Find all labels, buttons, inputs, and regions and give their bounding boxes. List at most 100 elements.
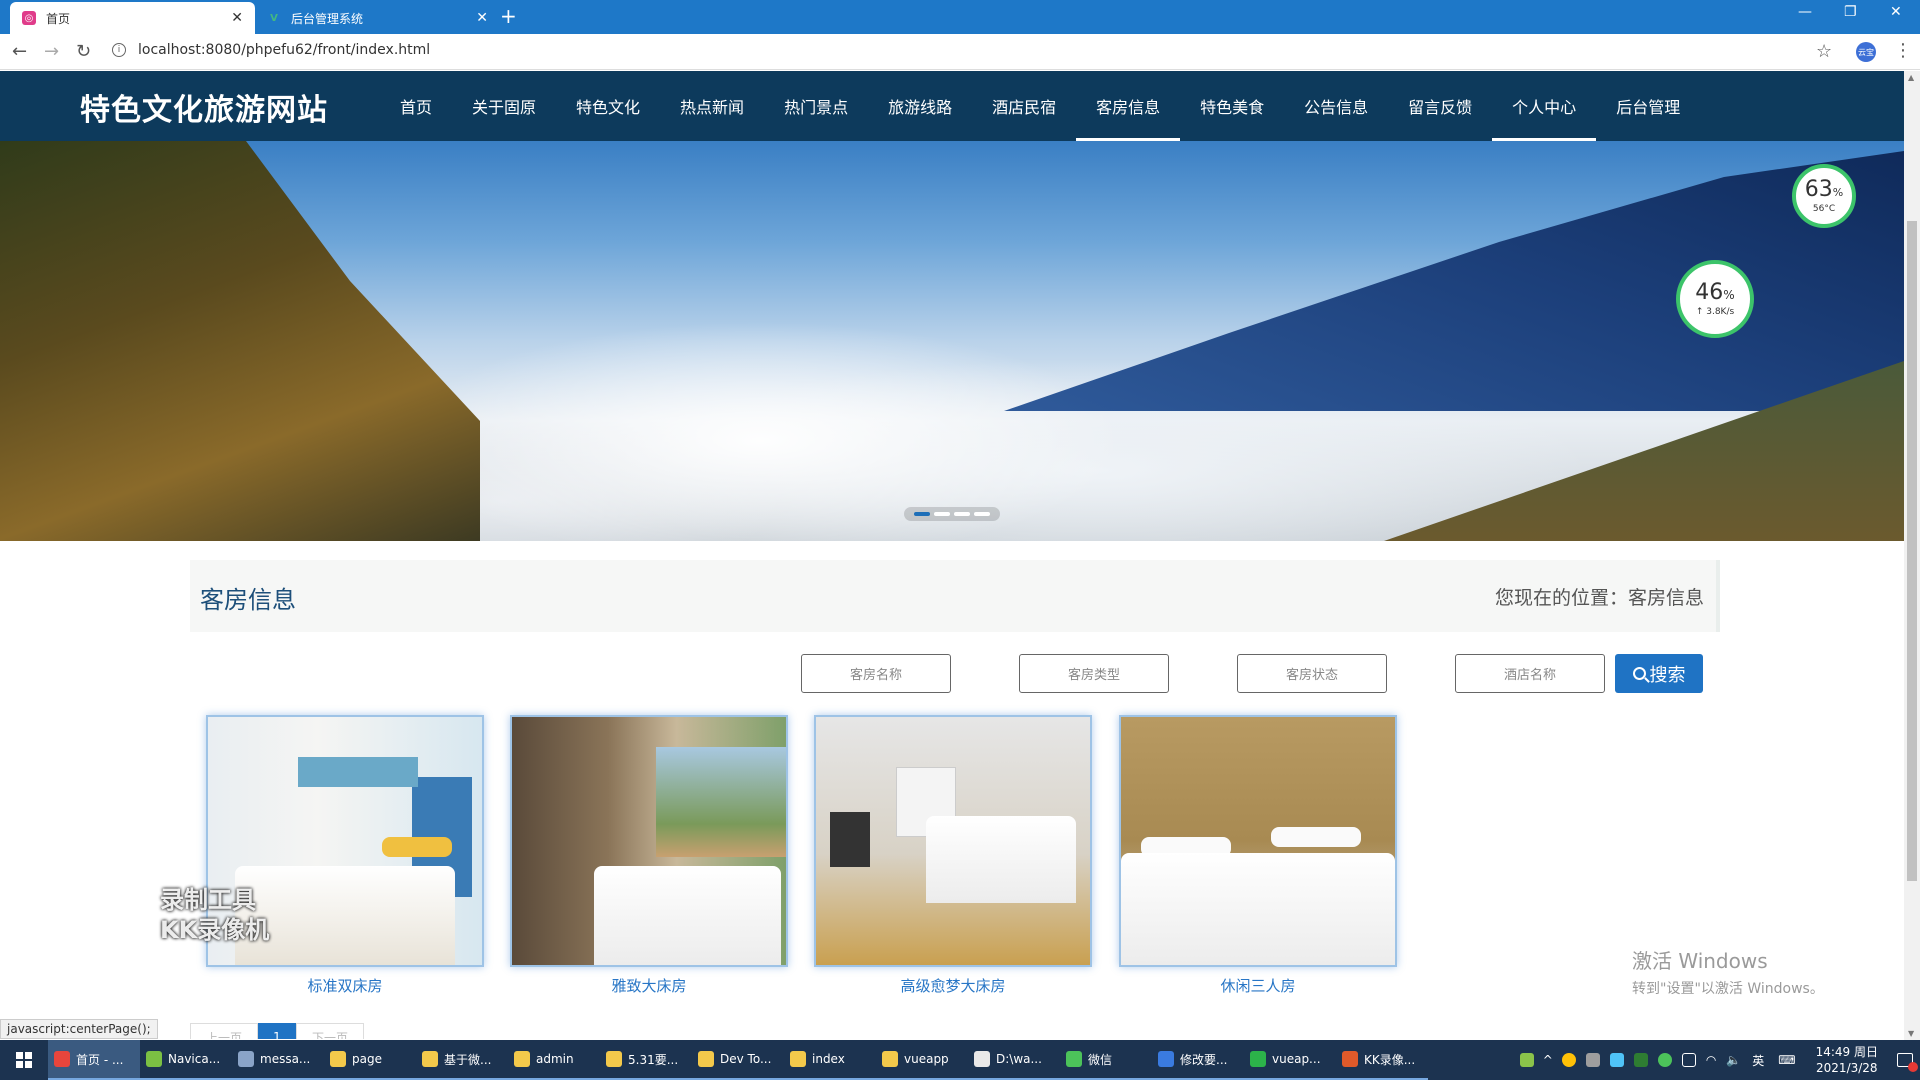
nav-admin[interactable]: 后台管理 <box>1596 71 1700 141</box>
nav-feedback[interactable]: 留言反馈 <box>1388 71 1492 141</box>
nav-notices[interactable]: 公告信息 <box>1284 71 1388 141</box>
room-type-input[interactable]: 客房类型 <box>1019 654 1169 693</box>
nav-hotels[interactable]: 酒店民宿 <box>972 71 1076 141</box>
tray-icon[interactable] <box>1519 1053 1534 1067</box>
gauge-value: 46 <box>1695 279 1724 305</box>
site-icon: ◎ <box>22 11 36 25</box>
site-logo: 特色文化旅游网站 <box>80 93 328 128</box>
restore-icon[interactable]: ❐ <box>1844 4 1857 20</box>
taskbar-item[interactable]: messa... <box>232 1040 324 1080</box>
search-button[interactable]: 搜索 <box>1615 654 1703 693</box>
keyboard-icon[interactable]: ⌨ <box>1778 1053 1795 1067</box>
volume-icon[interactable]: 🔈 <box>1726 1053 1741 1067</box>
app-icon <box>790 1051 806 1067</box>
back-icon[interactable]: ← <box>12 41 27 62</box>
bookmark-star-icon[interactable]: ☆ <box>1816 41 1832 62</box>
room-card[interactable]: 休闲三人房 <box>1119 715 1397 996</box>
tab-admin[interactable]: V 后台管理系统 ✕ <box>255 2 500 34</box>
room-card[interactable]: 标准双床房 <box>206 715 484 996</box>
app-icon <box>882 1051 898 1067</box>
minimize-icon[interactable]: — <box>1798 4 1812 20</box>
taskbar-item[interactable]: KK录像... <box>1336 1040 1428 1080</box>
windows-taskbar: 首页 - ... Navica... messa... page 基于微... admin… <box>0 1040 1920 1080</box>
taskbar-item[interactable]: 5.31要... <box>600 1040 692 1080</box>
wechat-tray-icon[interactable] <box>1657 1053 1672 1067</box>
page-scrollbar[interactable]: ▲ ▼ <box>1904 71 1920 1040</box>
nav-home[interactable]: 首页 <box>380 71 452 141</box>
taskbar-item[interactable]: page <box>324 1040 416 1080</box>
room-name[interactable]: 标准双床房 <box>206 975 484 996</box>
room-image[interactable] <box>510 715 788 967</box>
profile-avatar[interactable]: 云宝 <box>1856 42 1876 62</box>
nav-attractions[interactable]: 热门景点 <box>764 71 868 141</box>
start-button[interactable] <box>0 1040 48 1080</box>
nav-profile[interactable]: 个人中心 <box>1492 71 1597 141</box>
nav-food[interactable]: 特色美食 <box>1180 71 1284 141</box>
browser-menu-icon[interactable]: ⋮ <box>1894 40 1912 61</box>
nav-culture[interactable]: 特色文化 <box>556 71 660 141</box>
taskbar-item-label: 5.31要... <box>628 1052 679 1067</box>
taskbar-item[interactable]: vueapp <box>876 1040 968 1080</box>
chevron-up-icon[interactable]: ^ <box>1543 1053 1553 1067</box>
scrollbar-thumb[interactable] <box>1907 221 1917 881</box>
nav-routes[interactable]: 旅游线路 <box>868 71 972 141</box>
room-card[interactable]: 高级愈梦大床房 <box>814 715 1092 996</box>
close-icon[interactable]: ✕ <box>231 10 243 26</box>
scroll-down-icon[interactable]: ▼ <box>1908 1029 1914 1038</box>
app-icon <box>1066 1051 1082 1067</box>
nav-rooms[interactable]: 客房信息 <box>1076 71 1181 141</box>
battery-icon[interactable] <box>1681 1053 1696 1067</box>
close-window-icon[interactable]: ✕ <box>1890 4 1902 20</box>
room-image[interactable] <box>814 715 1092 967</box>
room-name[interactable]: 雅致大床房 <box>510 975 788 996</box>
carousel-dot[interactable] <box>954 512 970 516</box>
clock[interactable]: 14:49 周日 2021/3/28 <box>1816 1044 1878 1076</box>
taskbar-item[interactable]: D:\wa... <box>968 1040 1060 1080</box>
app-icon <box>974 1051 990 1067</box>
scroll-up-icon[interactable]: ▲ <box>1908 73 1914 82</box>
nav-news[interactable]: 热点新闻 <box>660 71 764 141</box>
room-card[interactable]: 雅致大床房 <box>510 715 788 996</box>
prev-page-button[interactable]: 上一页 <box>190 1023 258 1039</box>
taskbar-item[interactable]: admin <box>508 1040 600 1080</box>
hero-banner[interactable] <box>0 141 1904 541</box>
room-name[interactable]: 高级愈梦大床房 <box>814 975 1092 996</box>
hotel-name-input[interactable]: 酒店名称 <box>1455 654 1605 693</box>
tray-icon[interactable] <box>1609 1053 1624 1067</box>
room-name-input[interactable]: 客房名称 <box>801 654 951 693</box>
ime-indicator[interactable]: 英 <box>1752 1052 1764 1069</box>
wifi-icon[interactable]: ◠ <box>1706 1053 1716 1067</box>
carousel-dot[interactable] <box>934 512 950 516</box>
room-image[interactable] <box>1119 715 1397 967</box>
taskbar-item[interactable]: vueap... <box>1244 1040 1336 1080</box>
notification-icon[interactable] <box>1890 1040 1920 1080</box>
taskbar-item[interactable]: 基于微... <box>416 1040 508 1080</box>
nav-about[interactable]: 关于固原 <box>452 71 556 141</box>
taskbar-item[interactable]: index <box>784 1040 876 1080</box>
taskbar-item[interactable]: 微信 <box>1060 1040 1152 1080</box>
room-name[interactable]: 休闲三人房 <box>1119 975 1397 996</box>
tab-home[interactable]: ◎ 首页 ✕ <box>10 2 255 34</box>
carousel-dot[interactable] <box>914 512 930 516</box>
pagination: 上一页 1 下一页 <box>190 1023 364 1039</box>
taskbar-item[interactable]: 首页 - ... <box>48 1040 140 1080</box>
new-tab-button[interactable]: + <box>500 4 517 28</box>
tray-icon[interactable] <box>1633 1053 1648 1067</box>
taskbar-item[interactable]: Dev To... <box>692 1040 784 1080</box>
tray-icon[interactable] <box>1585 1053 1600 1067</box>
reload-icon[interactable]: ↻ <box>76 41 91 62</box>
page-number[interactable]: 1 <box>258 1023 296 1039</box>
carousel-dot[interactable] <box>974 512 990 516</box>
app-icon <box>422 1051 438 1067</box>
taskbar-item-label: 基于微... <box>444 1052 492 1067</box>
next-page-button[interactable]: 下一页 <box>296 1023 364 1039</box>
taskbar-item[interactable]: Navica... <box>140 1040 232 1080</box>
info-icon[interactable]: i <box>112 43 126 57</box>
url-field[interactable]: i localhost:8080/phpefu62/front/index.ht… <box>112 42 430 58</box>
room-status-input[interactable]: 客房状态 <box>1237 654 1387 693</box>
tray-icon[interactable] <box>1561 1053 1576 1067</box>
gauge-sub: 56°C <box>1812 203 1836 214</box>
close-icon[interactable]: ✕ <box>476 10 488 26</box>
taskbar-item[interactable]: 修改要... <box>1152 1040 1244 1080</box>
forward-icon[interactable]: → <box>44 41 59 62</box>
